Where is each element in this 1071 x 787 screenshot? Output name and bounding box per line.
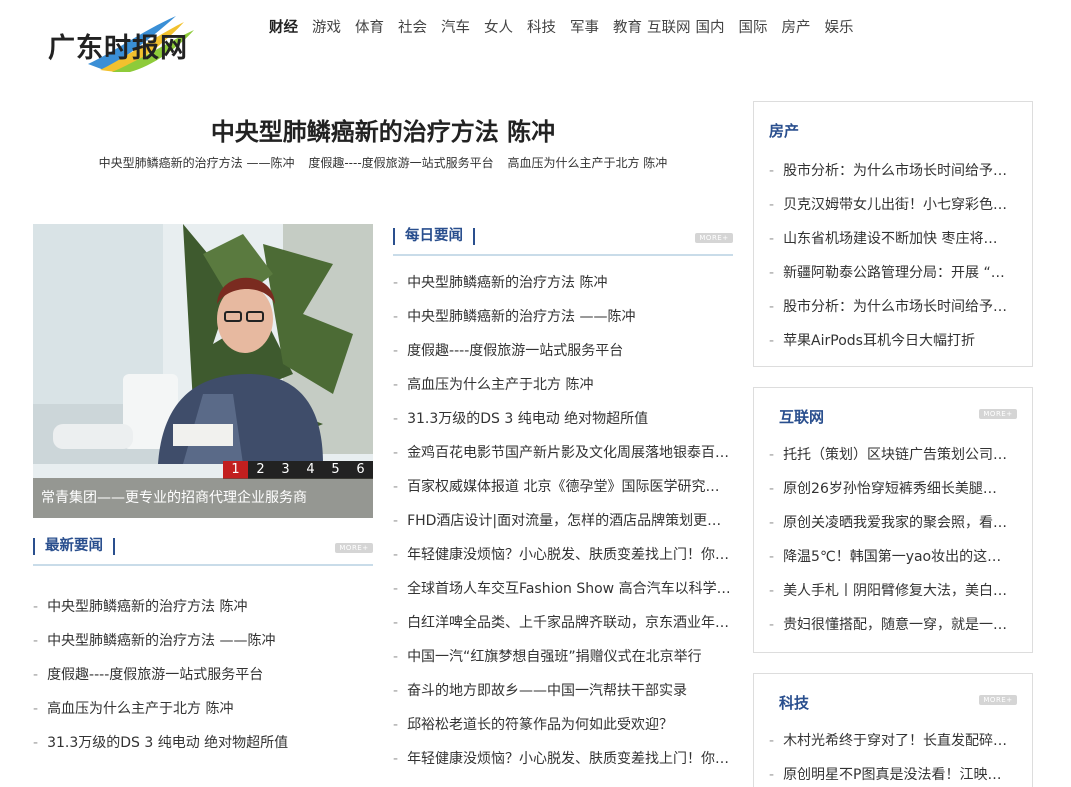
daily-news-list: - 中央型肺鳞癌新的治疗方法 陈冲 - 中央型肺鳞癌新的治疗方法 ——陈冲 - 度假趣… [393,266,733,776]
latest-news-more-button[interactable]: MORE+ [335,543,373,553]
list-item[interactable]: - 白红洋啤全品类、上千家品牌齐联动，京东酒业年… [393,606,733,640]
list-item[interactable]: - 高血压为什么主产于北方 陈冲 [33,692,373,726]
list-item[interactable]: - 全球首场人车交互Fashion Show 高合汽车以科学… [393,572,733,606]
headline-sublinks: 中央型肺鳞癌新的治疗方法 ——陈冲 度假趣----度假旅游一站式服务平台 高血压… [33,154,733,171]
site-logo[interactable]: 广东时报网 [44,12,224,72]
nav-item-sports[interactable]: 体育 [355,16,384,37]
list-item[interactable]: - FHD酒店设计|面对流量，怎样的酒店品牌策划更能… [393,504,733,538]
internet-list: - 托托（策划）区块链广告策划公司… - 原创26岁孙怡穿短裤秀细长美腿，… - 原创… [769,438,1009,642]
internet-more-button[interactable]: MORE+ [979,409,1017,419]
list-item[interactable]: -31.3万级的DS 3 纯电动 绝对物超所值 [33,726,373,760]
list-item[interactable]: - 百家权威媒体报道 北京《德孕堂》国际医学研究… [393,470,733,504]
main-nav: 财经 游戏 体育 社会 汽车 女人 科技 军事 教育 互联网 国内 国际 房产 … [269,16,868,37]
realestate-box: 房产 - 股市分析：为什么市场长时间给予… - 贝克汉姆带女儿出街！小七穿彩色… -… [753,101,1033,367]
list-item[interactable]: - 原创明星不P图真是没法看！江映蓉… [769,758,1009,787]
tech-box-title[interactable]: 科技 [779,692,809,713]
daily-news-header: 每日要闻 MORE+ [393,224,733,256]
realestate-box-title[interactable]: 房产 [769,120,799,141]
list-item[interactable]: - 中央型肺鳞癌新的治疗方法 ——陈冲 [33,624,373,658]
latest-news-header: 最新要闻 MORE+ [33,534,373,566]
slide-page-5[interactable]: 5 [323,461,348,479]
list-item[interactable]: - 贵妇很懂搭配，随意一穿，就是一… [769,608,1009,642]
nav-item-education[interactable]: 教育 [613,16,642,37]
slide-page-1[interactable]: 1 [223,461,248,479]
realestate-list: - 股市分析：为什么市场长时间给予… - 贝克汉姆带女儿出街！小七穿彩色… - 山东省… [769,154,1009,358]
tech-list: - 木村光希终于穿对了！长直发配碎… - 原创明星不P图真是没法看！江映蓉… [769,724,1009,787]
list-item[interactable]: - 高血压为什么主产于北方 陈冲 [393,368,733,402]
nav-item-women[interactable]: 女人 [484,16,513,37]
nav-item-international[interactable]: 国际 [739,16,768,37]
list-item[interactable]: - 中央型肺鳞癌新的治疗方法 陈冲 [393,266,733,300]
slide-page-3[interactable]: 3 [273,461,298,479]
slide-page-4[interactable]: 4 [298,461,323,479]
headline[interactable]: 中央型肺鳞癌新的治疗方法 陈冲 [33,112,733,147]
latest-news-title: 最新要闻 [33,538,115,555]
list-item[interactable]: - 中国一汽“红旗梦想自强班”捐赠仪式在北京举行 [393,640,733,674]
list-item[interactable]: - 托托（策划）区块链广告策划公司… [769,438,1009,472]
list-item[interactable]: - 奋斗的地方即故乡——中国一汽帮扶干部实录 [393,674,733,708]
sublink[interactable]: 度假趣----度假旅游一站式服务平台 [308,156,493,170]
list-item[interactable]: - 金鸡百花电影节国产新片影及文化周展落地银泰百… [393,436,733,470]
slide-page-2[interactable]: 2 [248,461,273,479]
list-item[interactable]: - 中央型肺鳞癌新的治疗方法 陈冲 [33,590,373,624]
list-item[interactable]: - 木村光希终于穿对了！长直发配碎… [769,724,1009,758]
tech-box: 科技 MORE+ - 木村光希终于穿对了！长直发配碎… - 原创明星不P图真是没法看… [753,673,1033,787]
logo-text: 广东时报网 [48,33,188,64]
nav-item-tech[interactable]: 科技 [527,16,556,37]
internet-box: 互联网 MORE+ - 托托（策划）区块链广告策划公司… - 原创26岁孙怡穿短裤秀… [753,387,1033,653]
tech-more-button[interactable]: MORE+ [979,695,1017,705]
nav-item-games[interactable]: 游戏 [312,16,341,37]
list-item[interactable]: - 年轻健康没烦恼？小心脱发、肤质变差找上门！你… [393,742,733,776]
latest-news-list: - 中央型肺鳞癌新的治疗方法 陈冲 - 中央型肺鳞癌新的治疗方法 ——陈冲 - 度假趣… [33,590,373,760]
list-item[interactable]: - 降温5℃！韩国第一yao妆出的这款… [769,540,1009,574]
slide-page-6[interactable]: 6 [348,461,373,479]
nav-item-military[interactable]: 军事 [570,16,599,37]
daily-news-title: 每日要闻 [393,228,475,245]
nav-item-auto[interactable]: 汽车 [441,16,470,37]
list-item[interactable]: - 邱裕松老道长的符篆作品为何如此受欢迎？ [393,708,733,742]
featured-slideshow[interactable]: 1 2 3 4 5 6 常青集团——更专业的招商代理企业服务商 [33,224,373,518]
list-item[interactable]: - 山东省机场建设不断加快 枣庄将建… [769,222,1009,256]
list-item[interactable]: - 度假趣----度假旅游一站式服务平台 [33,658,373,692]
list-item[interactable]: - 贝克汉姆带女儿出街！小七穿彩色… [769,188,1009,222]
list-item[interactable]: - 年轻健康没烦恼？小心脱发、肤质变差找上门！你… [393,538,733,572]
list-item[interactable]: - 原创26岁孙怡穿短裤秀细长美腿，… [769,472,1009,506]
nav-item-domestic[interactable]: 国内 [696,16,725,37]
sublink[interactable]: 中央型肺鳞癌新的治疗方法 ——陈冲 [99,156,295,170]
list-item[interactable]: - 美人手札丨阴阳臂修复大法，美白… [769,574,1009,608]
nav-item-society[interactable]: 社会 [398,16,427,37]
list-item[interactable]: - 中央型肺鳞癌新的治疗方法 ——陈冲 [393,300,733,334]
slideshow-caption[interactable]: 常青集团——更专业的招商代理企业服务商 [33,478,373,518]
list-item[interactable]: -31.3万级的DS 3 纯电动 绝对物超所值 [393,402,733,436]
internet-box-title[interactable]: 互联网 [779,406,824,427]
nav-item-internet[interactable]: 互联网 [647,16,691,37]
list-item[interactable]: - 苹果AirPods耳机今日大幅打折 [769,324,1009,358]
daily-news-more-button[interactable]: MORE+ [695,233,733,243]
nav-item-realestate[interactable]: 房产 [782,16,811,37]
list-item[interactable]: - 股市分析：为什么市场长时间给予… [769,154,1009,188]
slideshow-pager: 1 2 3 4 5 6 [223,461,373,479]
list-item[interactable]: - 新疆阿勒泰公路管理分局：开展 “… [769,256,1009,290]
list-item[interactable]: - 度假趣----度假旅游一站式服务平台 [393,334,733,368]
nav-item-entertainment[interactable]: 娱乐 [825,16,854,37]
nav-item-finance[interactable]: 财经 [269,16,298,37]
sublink[interactable]: 高血压为什么主产于北方 陈冲 [507,156,667,170]
list-item[interactable]: - 原创关凌晒我爱我家的聚会照，看… [769,506,1009,540]
list-item[interactable]: - 股市分析：为什么市场长时间给予… [769,290,1009,324]
